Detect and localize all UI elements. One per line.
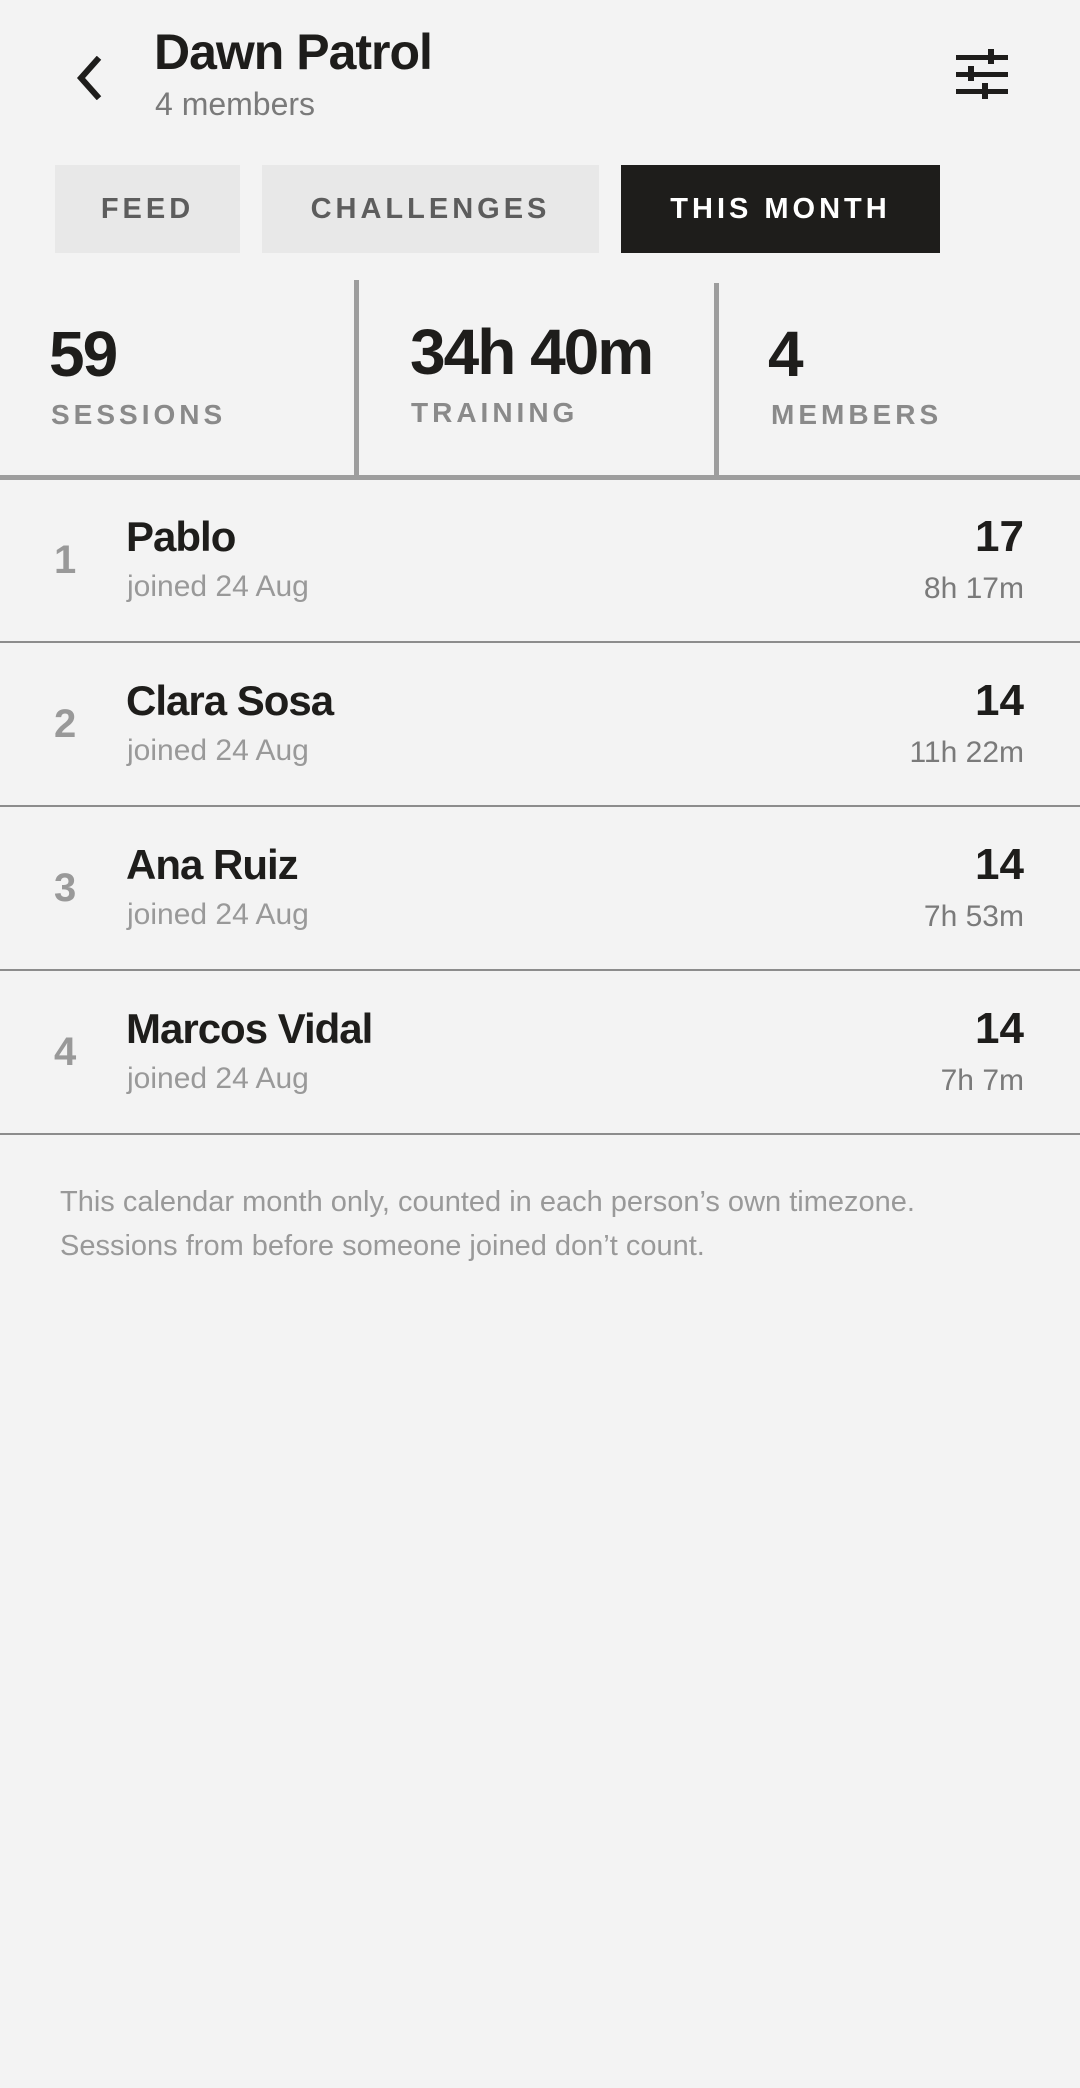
stats-panel: 59 SESSIONS 34h 40m TRAINING 4 MEMBERS (0, 280, 1080, 478)
tab-feed[interactable]: FEED (55, 165, 240, 253)
member-name: Marcos Vidal (126, 1005, 373, 1052)
member-name: Pablo (126, 513, 236, 560)
joined-date: joined 24 Aug (127, 1062, 309, 1095)
rank-number: 2 (54, 702, 77, 746)
training-time: 7h 7m (940, 1064, 1024, 1097)
training-label: TRAINING (411, 397, 579, 428)
tab-this-month[interactable]: THIS MONTH (621, 165, 940, 253)
leaderboard-row[interactable]: 1 Pablo joined 24 Aug 17 8h 17m (0, 480, 1080, 643)
member-name: Ana Ruiz (126, 841, 299, 888)
sessions-label: SESSIONS (51, 399, 227, 430)
training-value: 34h 40m (410, 316, 654, 388)
tab-challenges[interactable]: CHALLENGES (262, 165, 599, 253)
stat-divider (354, 280, 359, 476)
member-count-subtitle: 4 members (155, 86, 316, 122)
back-button[interactable] (60, 52, 116, 108)
leaderboard-row[interactable]: 3 Ana Ruiz joined 24 Aug 14 7h 53m (0, 808, 1080, 971)
rank-number: 1 (54, 538, 77, 582)
leaderboard-row[interactable]: 4 Marcos Vidal joined 24 Aug 14 7h 7m (0, 972, 1080, 1135)
session-count: 14 (975, 676, 1024, 725)
joined-date: joined 24 Aug (127, 898, 309, 931)
joined-date: joined 24 Aug (127, 734, 309, 767)
chevron-left-icon (73, 55, 103, 105)
page-title: Dawn Patrol (154, 24, 433, 80)
training-time: 8h 17m (923, 572, 1024, 605)
tab-label: FEED (100, 192, 195, 225)
training-time: 7h 53m (923, 900, 1024, 933)
sliders-icon (954, 48, 1010, 106)
app-header: Dawn Patrol 4 members (0, 0, 1080, 140)
leaderboard-row[interactable]: 2 Clara Sosa joined 24 Aug 14 11h 22m (0, 644, 1080, 807)
tab-label: CHALLENGES (310, 192, 551, 225)
session-count: 17 (975, 512, 1024, 561)
sessions-value: 59 (49, 318, 118, 390)
member-name: Clara Sosa (126, 677, 334, 724)
footnote: This calendar month only, counted in eac… (60, 1186, 915, 1262)
members-label: MEMBERS (771, 399, 943, 430)
session-count: 14 (975, 1004, 1024, 1053)
joined-date: joined 24 Aug (127, 570, 309, 603)
stat-divider (714, 283, 719, 475)
training-time: 11h 22m (909, 736, 1024, 769)
rank-number: 3 (54, 866, 77, 910)
tab-label: THIS MONTH (670, 192, 891, 225)
rank-number: 4 (54, 1030, 77, 1074)
members-value: 4 (768, 318, 804, 390)
session-count: 14 (975, 840, 1024, 889)
filter-button[interactable] (948, 46, 1016, 108)
